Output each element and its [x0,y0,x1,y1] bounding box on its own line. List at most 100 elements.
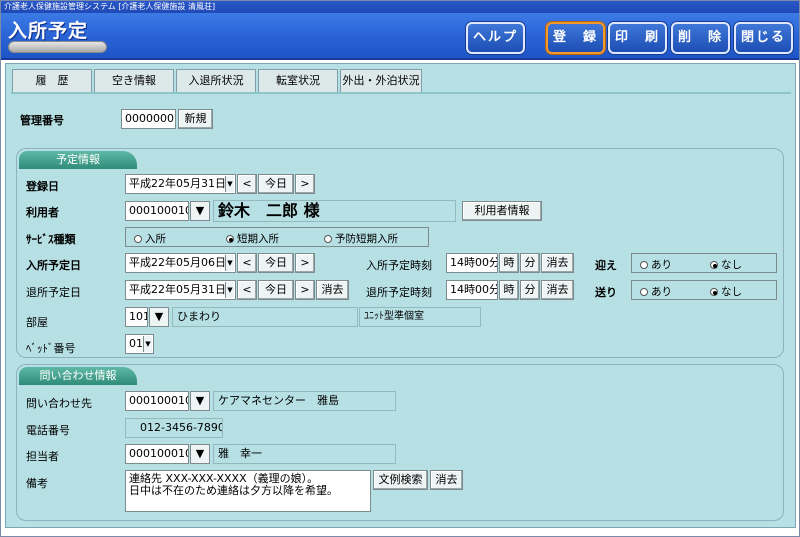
tab-underline [11,92,791,94]
radio-icon [134,235,142,243]
bed-number-label: ﾍﾞｯﾄﾞ番号 [26,342,76,355]
admission-date-label: 入所予定日 [26,259,81,272]
tab-outing[interactable]: 外出・外泊状況 [340,69,422,93]
radio-selected-icon [710,288,718,296]
registration-date-value: 平成22年05月31日 [129,177,226,190]
admission-time-clear-button[interactable]: 消去 [541,253,574,273]
window-caption: 介護老人保健施設管理システム [介護老人保健施設 清風荘] [1,1,799,13]
admission-date-value: 平成22年05月06日 [129,256,226,269]
admission-next-button[interactable]: > [295,253,315,273]
remarks-label: 備考 [26,477,48,490]
radio-icon [324,235,332,243]
chevron-down-icon[interactable]: ▼ [225,282,234,298]
main-panel: 履 歴 空き情報 入退所状況 転室状況 外出・外泊状況 管理番号 0000000… [5,63,796,528]
pickup-label: 迎え [595,259,617,272]
radio-selected-icon [710,261,718,269]
chevron-down-icon[interactable]: ▼ [143,336,152,352]
help-button[interactable]: ヘルプ [466,22,525,54]
service-type-group: 入所 短期入所 予防短期入所 [125,227,429,247]
room-name: ひまわり [172,307,358,327]
user-name: 鈴木 二郎 様 [213,200,456,222]
contact-dropdown-button[interactable]: ▼ [190,391,210,411]
pickup-radio-yes[interactable]: あり [640,257,672,272]
admission-time-field[interactable]: 14時00分 [446,253,498,273]
discharge-prev-button[interactable]: < [237,280,257,300]
service-radio-short-stay[interactable]: 短期入所 [226,231,279,246]
discharge-date-field[interactable]: 平成22年05月31日 ▼ [125,280,236,300]
service-radio-preventive-short-stay[interactable]: 予防短期入所 [324,231,398,246]
radio-icon [640,261,648,269]
schedule-section-title: 予定情報 [19,151,137,169]
title-decoration [8,41,107,53]
contact-code-field[interactable]: 0001000101 [125,391,189,411]
screen-title: 入所予定 [8,20,89,42]
service-type-label: ｻｰﾋﾞｽ種類 [26,233,76,246]
user-info-button[interactable]: 利用者情報 [462,201,542,221]
discharge-date-clear-button[interactable]: 消去 [316,280,349,300]
user-dropdown-button[interactable]: ▼ [190,201,210,221]
discharge-minute-button[interactable]: 分 [520,280,540,300]
chevron-down-icon[interactable]: ▼ [225,176,234,192]
user-code-field[interactable]: 0001000101 [125,201,189,221]
pickup-radio-no[interactable]: なし [710,257,742,272]
registration-next-button[interactable]: > [295,174,315,194]
dropoff-group: あり なし [631,280,777,300]
bed-number-value: 01 [129,337,143,350]
room-code-field[interactable]: 101 [125,307,148,327]
app-window: 介護老人保健施設管理システム [介護老人保健施設 清風荘] 入所予定 ヘルプ 登… [0,0,800,537]
discharge-time-label: 退所予定時刻 [366,286,432,299]
management-number-field[interactable]: 00000001 [121,109,176,129]
registration-today-button[interactable]: 今日 [258,174,294,194]
discharge-today-button[interactable]: 今日 [258,280,294,300]
staff-code-field[interactable]: 0001000101 [125,444,189,464]
close-button[interactable]: 閉じる [734,22,793,54]
room-dropdown-button[interactable]: ▼ [149,307,169,327]
inquiry-section-title: 問い合わせ情報 [19,367,137,385]
staff-label: 担当者 [26,450,59,463]
discharge-time-field[interactable]: 14時00分 [446,280,498,300]
chevron-down-icon[interactable]: ▼ [225,255,234,271]
bed-number-field[interactable]: 01 ▼ [125,334,154,354]
room-type: ﾕﾆｯﾄ型準個室 [359,307,481,327]
radio-selected-icon [226,235,234,243]
header-bar: 入所予定 ヘルプ 登 録 印 刷 削 除 閉じる [1,13,799,60]
remarks-clear-button[interactable]: 消去 [430,470,463,490]
discharge-date-label: 退所予定日 [26,286,81,299]
example-search-button[interactable]: 文例検索 [373,470,428,490]
phone-value: 012-3456-7890 [125,418,223,438]
service-radio-admission[interactable]: 入所 [134,231,166,246]
new-button[interactable]: 新規 [178,109,213,129]
admission-date-field[interactable]: 平成22年05月06日 ▼ [125,253,236,273]
tab-vacancy[interactable]: 空き情報 [94,69,174,93]
admission-minute-button[interactable]: 分 [520,253,540,273]
contact-name: ケアマネセンター 雅島 [213,391,396,411]
staff-dropdown-button[interactable]: ▼ [190,444,210,464]
remarks-textarea[interactable]: 連絡先 XXX-XXX-XXXX（義理の娘）。 日中は不在のため連絡は夕方以降を… [125,470,371,512]
tab-history[interactable]: 履 歴 [12,69,92,93]
register-button[interactable]: 登 録 [546,22,605,54]
tab-room-transfer[interactable]: 転室状況 [258,69,338,93]
user-label: 利用者 [26,206,59,219]
phone-label: 電話番号 [26,424,70,437]
admission-time-label: 入所予定時刻 [366,259,432,272]
room-label: 部屋 [26,316,48,329]
admission-hour-button[interactable]: 時 [499,253,519,273]
registration-prev-button[interactable]: < [237,174,257,194]
admission-prev-button[interactable]: < [237,253,257,273]
remarks-line-2: 日中は不在のため連絡は夕方以降を希望。 [129,484,338,497]
admission-today-button[interactable]: 今日 [258,253,294,273]
discharge-date-value: 平成22年05月31日 [129,283,226,296]
delete-button[interactable]: 削 除 [671,22,730,54]
discharge-next-button[interactable]: > [295,280,315,300]
registration-date-field[interactable]: 平成22年05月31日 ▼ [125,174,236,194]
dropoff-radio-yes[interactable]: あり [640,284,672,299]
dropoff-radio-no[interactable]: なし [710,284,742,299]
contact-label: 問い合わせ先 [26,397,92,410]
tab-admission-status[interactable]: 入退所状況 [176,69,256,93]
discharge-time-clear-button[interactable]: 消去 [541,280,574,300]
discharge-hour-button[interactable]: 時 [499,280,519,300]
staff-name: 雅 幸一 [213,444,396,464]
radio-icon [640,288,648,296]
print-button[interactable]: 印 刷 [608,22,667,54]
dropoff-label: 送り [595,286,617,299]
